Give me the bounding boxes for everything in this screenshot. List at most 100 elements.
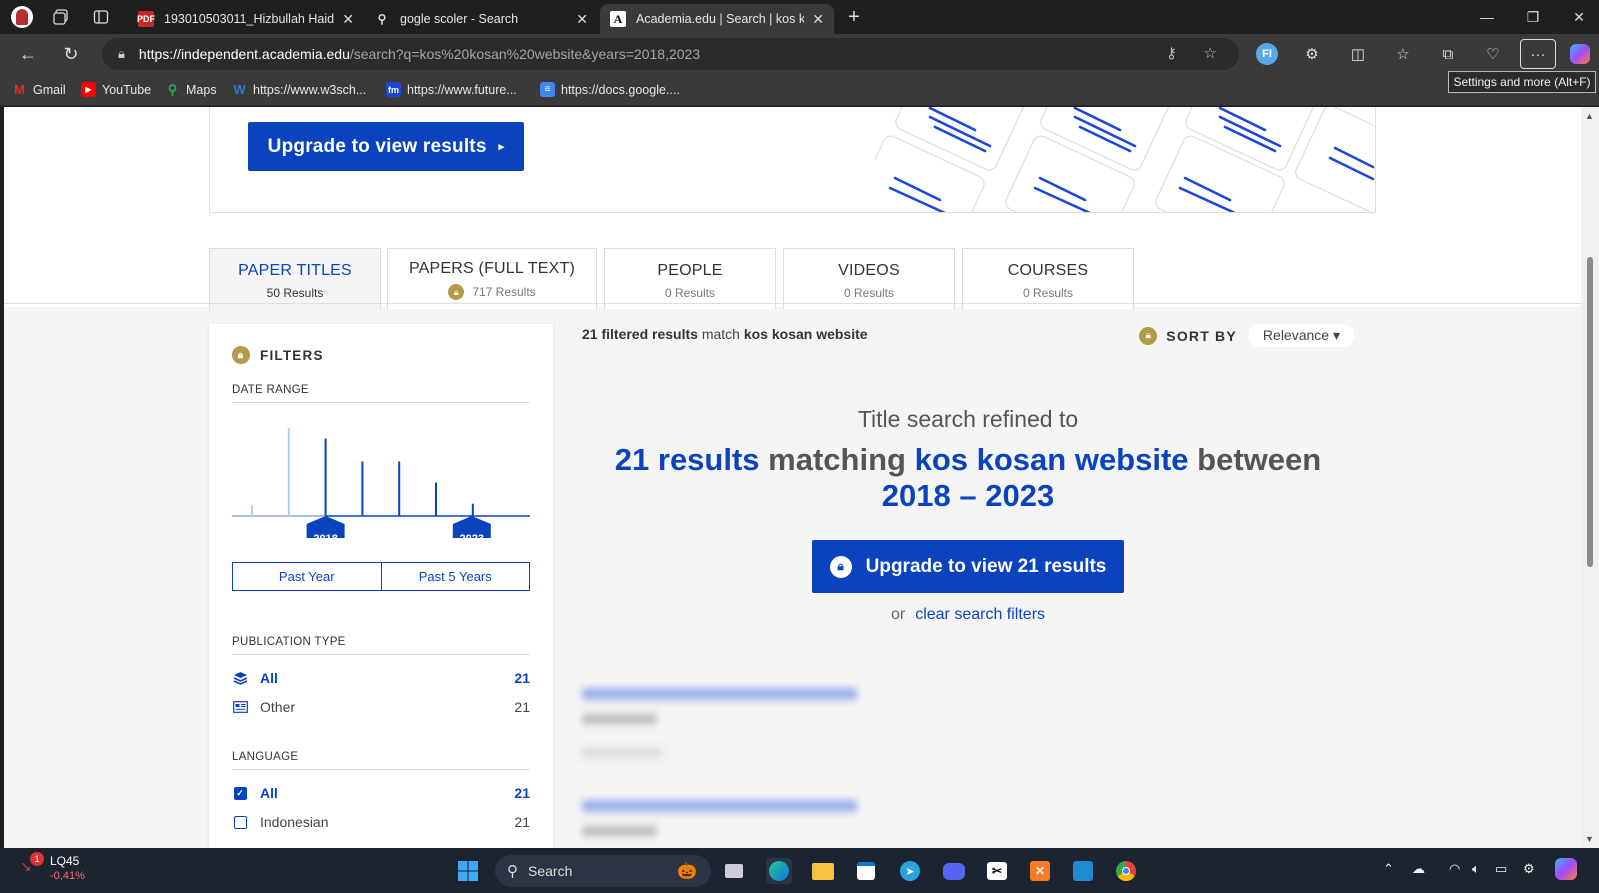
sort-select[interactable]: Relevance ▾ xyxy=(1248,324,1354,347)
tab-papers-full-text[interactable]: PAPERS (FULL TEXT) 🔒︎ 717 Results xyxy=(387,248,597,309)
range-end-handle[interactable]: 2023 xyxy=(452,516,491,538)
refresh-icon[interactable]: ↻ xyxy=(58,42,84,66)
tab-videos[interactable]: VIDEOS 0 Results xyxy=(783,248,955,309)
copilot-icon[interactable] xyxy=(1567,42,1593,66)
back-icon[interactable]: ← xyxy=(15,42,41,66)
clear-filters-line: or clear search filters xyxy=(890,606,1046,623)
date-range-histogram[interactable]: 2018 2023 xyxy=(232,428,530,538)
page-scrollbar[interactable]: ▲ ▼ xyxy=(1581,107,1599,848)
past-5-years-button[interactable]: Past 5 Years xyxy=(381,562,530,591)
past-year-button[interactable]: Past Year xyxy=(232,562,382,591)
file-explorer-icon[interactable] xyxy=(810,858,836,884)
bookmarks-bar: M Gmail ▶ YouTube ⚲ Maps Whttps://www.w3sch… xyxy=(0,74,1599,106)
start-windows-icon[interactable] xyxy=(455,858,481,884)
task-view-icon[interactable] xyxy=(721,858,747,884)
edge-browser-icon[interactable] xyxy=(766,858,792,884)
browser-tab-pdf[interactable]: PDF 193010503011_Hizbullah Haidar A ✕ xyxy=(128,4,364,34)
language-label: LANGUAGE xyxy=(232,751,530,770)
url-host: https://independent.academia.edu xyxy=(138,46,350,62)
upgrade-to-view-results-button[interactable]: Upgrade to view results ▸ xyxy=(248,122,524,171)
extension-f-icon[interactable]: FI xyxy=(1254,42,1280,66)
document-pattern-illustration xyxy=(875,107,1375,212)
collections-icon[interactable]: ⧉ xyxy=(1435,42,1461,66)
pumpkin-highlight-icon: 🎃 xyxy=(677,863,697,880)
minimize-icon[interactable]: — xyxy=(1464,0,1510,34)
blurred-result-2 xyxy=(582,800,857,836)
discord-icon[interactable] xyxy=(941,858,967,884)
tab-courses[interactable]: COURSES 0 Results xyxy=(962,248,1134,309)
tray-chevron-icon[interactable]: ⌃ xyxy=(1383,861,1394,877)
tab-title: Academia.edu | Search | kos kosan xyxy=(636,12,805,26)
favorites-icon[interactable]: ☆ xyxy=(1390,42,1416,66)
chrome-icon[interactable] xyxy=(1113,858,1139,884)
key-icon[interactable]: ⚷ xyxy=(1166,44,1177,62)
bookmark-w3schools[interactable]: Whttps://www.w3sch... xyxy=(232,82,366,97)
bookmark-gmail[interactable]: M Gmail xyxy=(12,82,66,97)
date-preset-buttons: Past Year Past 5 Years xyxy=(232,562,530,591)
tab-paper-titles[interactable]: PAPER TITLES 50 Results xyxy=(209,248,381,309)
scrollbar-thumb[interactable] xyxy=(1587,257,1593,567)
xampp-icon[interactable]: ✕ xyxy=(1027,858,1053,884)
language-all[interactable]: ✓ All 21 xyxy=(232,783,530,803)
tab-people[interactable]: PEOPLE 0 Results xyxy=(604,248,776,309)
new-tab-icon[interactable]: + xyxy=(842,6,866,28)
vertical-tabs-icon[interactable] xyxy=(89,6,113,28)
clear-search-filters-link[interactable]: clear search filters xyxy=(915,606,1045,623)
bookmark-youtube[interactable]: ▶ YouTube xyxy=(81,82,151,97)
close-tab-icon[interactable]: ✕ xyxy=(342,11,354,28)
caret-right-icon: ▸ xyxy=(498,141,505,153)
copilot-taskbar-icon[interactable] xyxy=(1555,858,1577,883)
telegram-icon[interactable]: ➤ xyxy=(897,858,923,884)
publication-type-other[interactable]: Other 21 xyxy=(232,697,530,717)
lock-icon: 🔒︎ xyxy=(829,555,852,578)
upgrade-banner: Upgrade to view results ▸ xyxy=(209,107,1376,213)
lock-icon: 🔒︎ xyxy=(232,346,250,364)
microsoft-store-icon[interactable] xyxy=(853,858,879,884)
workspaces-icon[interactable] xyxy=(49,6,73,28)
lock-icon[interactable]: 🔒︎ xyxy=(118,46,125,62)
browser-tab-search[interactable]: ⚲ gogle scoler - Search ✕ xyxy=(364,4,598,34)
docs-icon: ≡ xyxy=(540,82,555,97)
checkbox-icon[interactable] xyxy=(233,815,247,829)
bookmark-futurelearn[interactable]: fm https://www.future... xyxy=(386,82,517,97)
browser-tab-academia[interactable]: A Academia.edu | Search | kos kosan ✕ xyxy=(600,4,834,34)
scroll-up-icon[interactable]: ▲ xyxy=(1585,111,1594,121)
close-window-icon[interactable]: ✕ xyxy=(1556,0,1599,34)
futurelearn-icon: fm xyxy=(386,82,401,97)
close-tab-icon[interactable]: ✕ xyxy=(576,11,588,28)
close-tab-icon[interactable]: ✕ xyxy=(812,11,824,28)
split-screen-icon[interactable]: ◫ xyxy=(1345,42,1371,66)
vscode-icon[interactable] xyxy=(1070,858,1096,884)
address-bar[interactable]: 🔒︎ https://independent.academia.edu/sear… xyxy=(102,38,1239,70)
tabs-divider xyxy=(4,303,1581,304)
sort-control: 🔒︎ SORT BY Relevance ▾ xyxy=(1139,324,1354,347)
restore-icon[interactable]: ❐ xyxy=(1510,0,1556,34)
publication-type-all[interactable]: All 21 xyxy=(232,668,530,688)
capcut-icon[interactable]: ✂ xyxy=(984,858,1010,884)
battery-icon[interactable]: ▭ xyxy=(1495,861,1507,877)
results-main: 21 filtered results match kos kosan webs… xyxy=(582,324,1354,844)
pdf-icon: PDF xyxy=(137,11,155,27)
profile-avatar[interactable] xyxy=(10,6,34,28)
extensions-icon[interactable]: ⚙ xyxy=(1299,42,1325,66)
stack-icon xyxy=(232,670,248,686)
upgrade-to-view-21-results-button[interactable]: 🔒︎ Upgrade to view 21 results xyxy=(812,540,1124,593)
bookmark-maps[interactable]: ⚲ Maps xyxy=(165,82,217,97)
bookmark-google-docs[interactable]: ≡ https://docs.google.... xyxy=(540,82,680,97)
volume-icon[interactable]: 🔈︎ xyxy=(1472,861,1480,877)
scroll-down-icon[interactable]: ▼ xyxy=(1585,834,1594,844)
tab-title: 193010503011_Hizbullah Haidar A xyxy=(164,12,335,26)
settings-more-button[interactable]: ··· xyxy=(1520,39,1556,69)
favorite-star-icon[interactable]: ☆ xyxy=(1204,44,1217,62)
taskbar-search[interactable]: ⚲ Search 🎃 xyxy=(495,855,711,887)
language-indonesian[interactable]: Indonesian 21 xyxy=(232,812,530,832)
search-icon: ⚲ xyxy=(507,863,518,880)
notification-center-icon[interactable]: ⚙ xyxy=(1523,861,1535,877)
publication-type-label: PUBLICATION TYPE xyxy=(232,636,530,655)
onedrive-icon[interactable]: ☁ xyxy=(1412,861,1425,877)
wifi-icon[interactable]: ◠ xyxy=(1449,861,1460,877)
tab-title: gogle scoler - Search xyxy=(400,12,519,26)
performance-icon[interactable]: ♡ xyxy=(1480,42,1506,66)
checkbox-checked-icon[interactable]: ✓ xyxy=(233,786,247,800)
range-start-handle[interactable]: 2018 xyxy=(306,516,345,538)
